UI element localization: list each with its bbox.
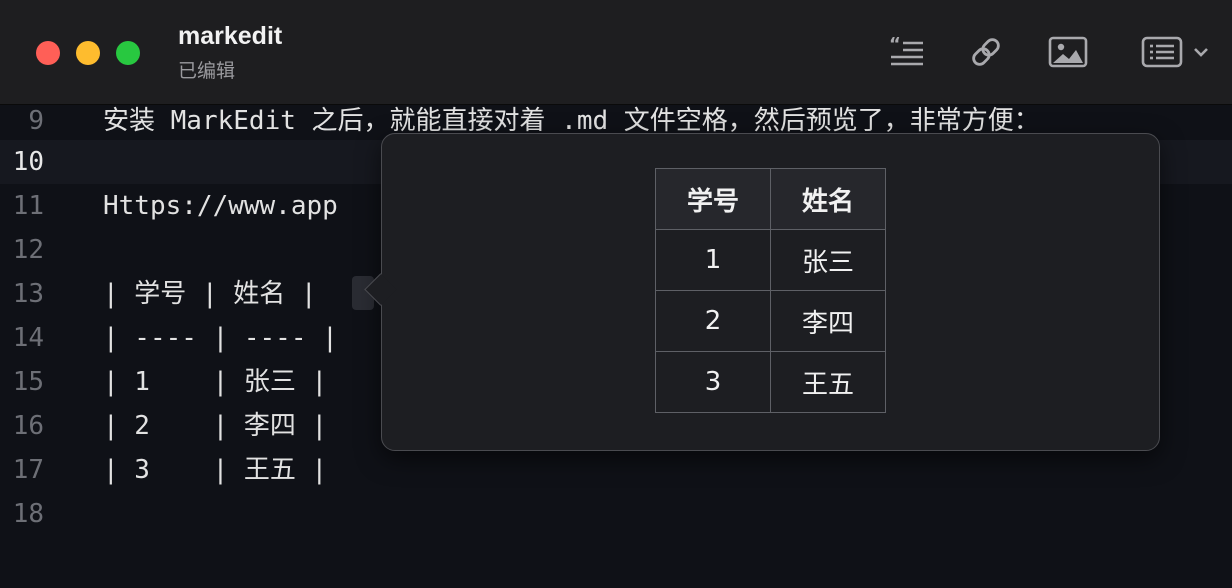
editor-line: 17 | 3 | 王五 | [0, 448, 1232, 492]
image-icon [1048, 36, 1088, 68]
line-text[interactable]: | 2 | 李四 | [103, 404, 327, 448]
quote-icon: “ [889, 36, 925, 68]
window-title: markedit [178, 22, 283, 50]
title-bar: markedit 已编辑 “ [0, 0, 1232, 105]
line-number: 13 [12, 279, 44, 309]
zoom-window-button[interactable] [116, 41, 140, 65]
line-number: 11 [12, 191, 44, 221]
svg-text:“: “ [889, 36, 901, 55]
line-number: 16 [12, 411, 44, 441]
line-text[interactable]: | 3 | 王五 | [103, 448, 327, 492]
line-text[interactable]: | 1 | 张三 | [103, 360, 327, 404]
preview-table: 学号 姓名 1 张三 2 李四 3 王五 [655, 168, 886, 413]
line-number: 14 [12, 323, 44, 353]
chevron-down-icon [1193, 46, 1209, 58]
list-menu-button[interactable] [1136, 30, 1214, 74]
minimize-window-button[interactable] [76, 41, 100, 65]
table-header-cell: 学号 [655, 168, 771, 230]
table-cell: 1 [655, 229, 771, 291]
link-icon [968, 34, 1004, 70]
line-number: 15 [12, 367, 44, 397]
table-cell: 王五 [770, 351, 886, 413]
line-number: 10 [12, 147, 44, 177]
line-text[interactable]: | 学号 | 姓名 | [103, 272, 317, 316]
table-header-row: 学号 姓名 [655, 168, 886, 230]
table-row: 1 张三 [655, 229, 886, 291]
table-row: 3 王五 [655, 351, 886, 413]
link-button[interactable] [966, 30, 1006, 74]
table-row: 2 李四 [655, 290, 886, 352]
line-number: 12 [12, 235, 44, 265]
table-cell: 张三 [770, 229, 886, 291]
quote-button[interactable]: “ [886, 30, 928, 74]
line-number: 17 [12, 455, 44, 485]
close-window-button[interactable] [36, 41, 60, 65]
line-number: 18 [12, 499, 44, 529]
line-number: 9 [28, 106, 44, 136]
table-cell: 李四 [770, 290, 886, 352]
table-cell: 3 [655, 351, 771, 413]
list-icon [1141, 36, 1183, 68]
line-text[interactable]: | ---- | ---- | [103, 316, 338, 360]
line-text[interactable]: Https://www.app [103, 184, 338, 228]
table-cell: 2 [655, 290, 771, 352]
table-header-cell: 姓名 [770, 168, 886, 230]
window-subtitle: 已编辑 [178, 60, 236, 82]
image-button[interactable] [1046, 30, 1090, 74]
table-preview-popover: 学号 姓名 1 张三 2 李四 3 王五 [381, 133, 1160, 451]
editor-line: 18 [0, 492, 1232, 536]
